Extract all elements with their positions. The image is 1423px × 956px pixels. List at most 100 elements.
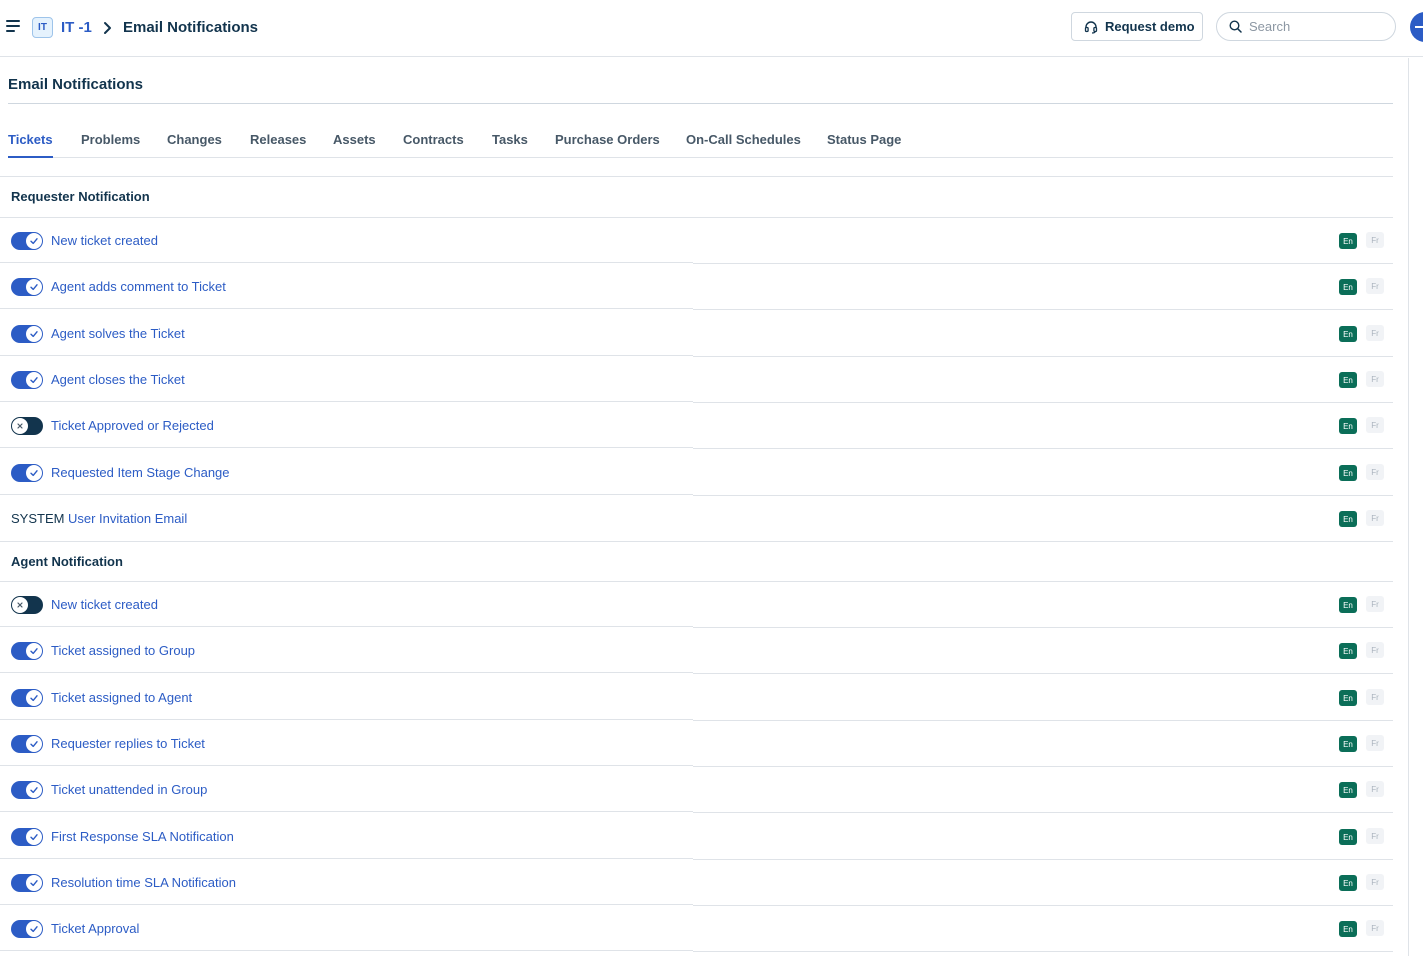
- notification-toggle[interactable]: [11, 371, 43, 389]
- notification-link[interactable]: Ticket Approval: [51, 921, 139, 936]
- search-input[interactable]: [1249, 19, 1379, 34]
- notification-link[interactable]: Agent adds comment to Ticket: [51, 279, 226, 294]
- toggle-knob: [26, 875, 42, 891]
- notification-link[interactable]: Ticket assigned to Group: [51, 643, 195, 658]
- lang-fr-badge[interactable]: Fr: [1366, 325, 1384, 341]
- lang-en-badge[interactable]: En: [1339, 643, 1357, 659]
- notification-link[interactable]: Ticket unattended in Group: [51, 782, 207, 797]
- notification-toggle[interactable]: [11, 642, 43, 660]
- lang-fr-badge[interactable]: Fr: [1366, 828, 1384, 844]
- notification-toggle[interactable]: [11, 735, 43, 753]
- lang-en-badge[interactable]: En: [1339, 326, 1357, 342]
- lang-en-badge[interactable]: En: [1339, 782, 1357, 798]
- tab-problems[interactable]: Problems: [81, 132, 140, 158]
- lang-fr-badge[interactable]: Fr: [1366, 781, 1384, 797]
- tab-purchase-orders[interactable]: Purchase Orders: [555, 132, 660, 158]
- lang-en-badge[interactable]: En: [1339, 418, 1357, 434]
- toggle-knob: [12, 597, 28, 613]
- notification-toggle[interactable]: [11, 417, 43, 435]
- lang-en-badge[interactable]: En: [1339, 279, 1357, 295]
- lang-fr-badge[interactable]: Fr: [1366, 689, 1384, 705]
- notification-link[interactable]: New ticket created: [51, 597, 158, 612]
- workspace-name-link[interactable]: IT -1: [61, 19, 92, 36]
- notification-link[interactable]: Agent closes the Ticket: [51, 372, 185, 387]
- hamburger-menu-icon[interactable]: [6, 20, 22, 34]
- lang-en-badge[interactable]: En: [1339, 511, 1357, 527]
- x-icon: [17, 423, 23, 429]
- scrollbar[interactable]: [1409, 58, 1423, 956]
- toggle-knob: [12, 418, 28, 434]
- lang-fr-badge[interactable]: Fr: [1366, 417, 1384, 433]
- tab-status-page[interactable]: Status Page: [827, 132, 901, 158]
- lang-en-badge[interactable]: En: [1339, 372, 1357, 388]
- list-item: New ticket created En Fr: [0, 581, 1393, 628]
- check-icon: [30, 880, 38, 887]
- check-icon: [30, 741, 38, 748]
- lang-fr-badge[interactable]: Fr: [1366, 278, 1384, 294]
- lang-en-badge[interactable]: En: [1339, 233, 1357, 249]
- lang-fr-badge[interactable]: Fr: [1366, 735, 1384, 751]
- requester-section-title: Requester Notification: [11, 189, 150, 204]
- tab-on-call-schedules[interactable]: On-Call Schedules: [686, 132, 801, 158]
- tab-tickets[interactable]: Tickets: [8, 132, 53, 158]
- lang-en-badge[interactable]: En: [1339, 829, 1357, 845]
- search-box[interactable]: [1216, 12, 1396, 41]
- tab-contracts[interactable]: Contracts: [403, 132, 464, 158]
- list-item: Agent closes the Ticket En Fr: [0, 356, 1393, 403]
- tab-releases[interactable]: Releases: [250, 132, 306, 158]
- tab-changes[interactable]: Changes: [167, 132, 222, 158]
- list-item-system: SYSTEM User Invitation Email En Fr: [0, 495, 1393, 541]
- lang-fr-badge[interactable]: Fr: [1366, 371, 1384, 387]
- list-item: New ticket created En Fr: [0, 217, 1393, 264]
- search-icon: [1229, 20, 1242, 33]
- notification-link[interactable]: User Invitation Email: [68, 511, 187, 526]
- notification-toggle[interactable]: [11, 278, 43, 296]
- notification-toggle[interactable]: [11, 920, 43, 938]
- top-bar: IT IT -1 Email Notifications Request dem…: [0, 0, 1423, 57]
- lang-fr-badge[interactable]: Fr: [1366, 920, 1384, 936]
- notification-toggle[interactable]: [11, 828, 43, 846]
- row-divider: [0, 308, 693, 309]
- notification-link[interactable]: New ticket created: [51, 233, 158, 248]
- workspace-badge[interactable]: IT: [32, 17, 53, 38]
- notification-toggle[interactable]: [11, 596, 43, 614]
- lang-en-badge[interactable]: En: [1339, 875, 1357, 891]
- list-item: Agent solves the Ticket En Fr: [0, 310, 1393, 357]
- lang-fr-badge[interactable]: Fr: [1366, 464, 1384, 480]
- lang-en-badge[interactable]: En: [1339, 597, 1357, 613]
- notification-toggle[interactable]: [11, 874, 43, 892]
- tab-assets[interactable]: Assets: [333, 132, 376, 158]
- row-divider: [693, 951, 1393, 952]
- request-demo-button[interactable]: Request demo: [1071, 12, 1203, 41]
- notification-link[interactable]: Ticket assigned to Agent: [51, 690, 192, 705]
- notification-link[interactable]: Requester replies to Ticket: [51, 736, 205, 751]
- toggle-knob: [26, 690, 42, 706]
- list-item: Ticket unattended in Group En Fr: [0, 766, 1393, 813]
- notification-link[interactable]: Resolution time SLA Notification: [51, 875, 236, 890]
- toggle-knob: [26, 372, 42, 388]
- list-item: Requester replies to Ticket En Fr: [0, 720, 1393, 767]
- lang-en-badge[interactable]: En: [1339, 690, 1357, 706]
- toggle-knob: [26, 233, 42, 249]
- notification-toggle[interactable]: [11, 232, 43, 250]
- notification-toggle[interactable]: [11, 464, 43, 482]
- lang-fr-badge[interactable]: Fr: [1366, 510, 1384, 526]
- notification-toggle[interactable]: [11, 689, 43, 707]
- notification-link[interactable]: Ticket Approved or Rejected: [51, 418, 214, 433]
- notification-link[interactable]: Agent solves the Ticket: [51, 326, 185, 341]
- notification-toggle[interactable]: [11, 781, 43, 799]
- lang-en-badge[interactable]: En: [1339, 465, 1357, 481]
- check-icon: [30, 648, 38, 655]
- notification-link[interactable]: First Response SLA Notification: [51, 829, 234, 844]
- lang-fr-badge[interactable]: Fr: [1366, 232, 1384, 248]
- new-item-button[interactable]: [1410, 12, 1423, 42]
- notification-toggle[interactable]: [11, 325, 43, 343]
- lang-en-badge[interactable]: En: [1339, 921, 1357, 937]
- tab-tasks[interactable]: Tasks: [492, 132, 528, 158]
- lang-en-badge[interactable]: En: [1339, 736, 1357, 752]
- check-icon: [30, 926, 38, 933]
- notification-link[interactable]: Requested Item Stage Change: [51, 465, 230, 480]
- lang-fr-badge[interactable]: Fr: [1366, 642, 1384, 658]
- lang-fr-badge[interactable]: Fr: [1366, 596, 1384, 612]
- lang-fr-badge[interactable]: Fr: [1366, 874, 1384, 890]
